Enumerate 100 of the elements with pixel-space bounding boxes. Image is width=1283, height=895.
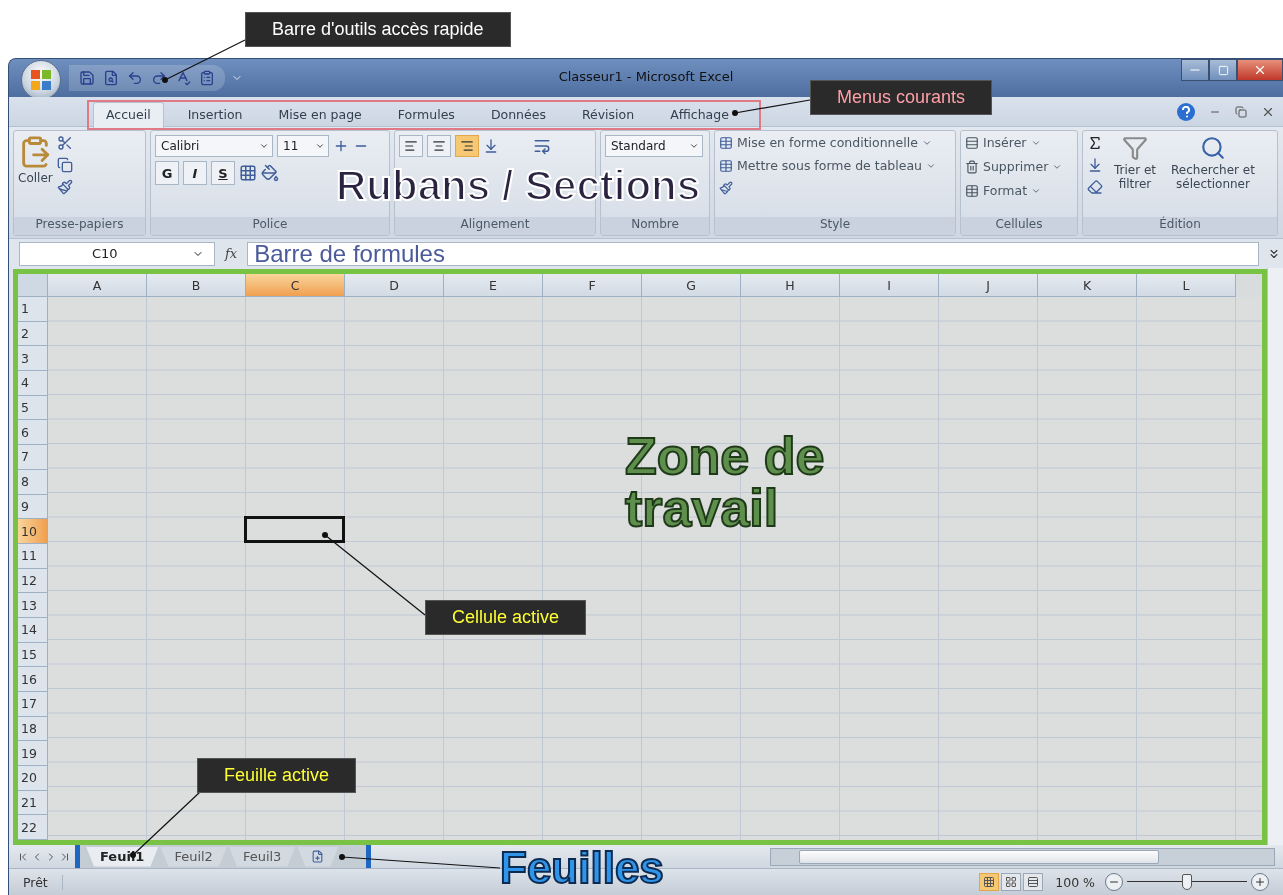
column-header[interactable]: F [543, 274, 642, 297]
row-header[interactable]: 15 [18, 642, 48, 668]
row-header[interactable]: 21 [18, 790, 48, 816]
column-header[interactable]: C [246, 274, 345, 297]
row-header[interactable]: 10 [18, 519, 48, 544]
table-icon[interactable] [965, 183, 979, 198]
style-menu-item[interactable]: Mise en forme conditionnelle [719, 135, 951, 150]
ribbon-tab[interactable]: Affichage [658, 103, 741, 128]
help-icon[interactable] [1177, 103, 1195, 121]
function-button[interactable]: fx [221, 246, 242, 261]
column-header[interactable]: H [741, 274, 840, 297]
style-menu-item[interactable]: Mettre sous forme de tableau [719, 158, 951, 173]
align-bottom-icon[interactable] [460, 139, 474, 153]
column-header[interactable]: K [1038, 274, 1137, 297]
find-select-button[interactable]: Rechercher et sélectionner [1167, 135, 1259, 213]
align-button[interactable] [427, 135, 451, 157]
ribbon-tab[interactable]: Données [478, 103, 558, 128]
row-header[interactable]: 4 [18, 371, 48, 396]
caret-icon[interactable] [315, 141, 325, 151]
plus-icon[interactable] [333, 138, 349, 154]
redo-icon[interactable] [151, 70, 167, 86]
ribbon-tab[interactable]: Révision [569, 103, 647, 128]
save-icon[interactable] [79, 70, 95, 86]
number-format-field[interactable]: Standard [605, 135, 703, 157]
active-cell[interactable] [244, 515, 345, 543]
row-header[interactable]: 11 [18, 543, 48, 569]
row-header[interactable]: 14 [18, 617, 48, 643]
column-header[interactable]: J [939, 274, 1038, 297]
eraser-icon[interactable] [1087, 179, 1103, 195]
ribbon-tab[interactable]: Formules [385, 103, 467, 128]
close-icon[interactable] [1253, 63, 1267, 77]
zoom-thumb[interactable] [1182, 874, 1192, 890]
close-button[interactable] [1237, 59, 1283, 81]
row-header[interactable]: 3 [18, 346, 48, 372]
table-icon[interactable] [719, 135, 733, 150]
row-header[interactable]: 2 [18, 321, 48, 347]
paintbrush-icon[interactable] [719, 181, 733, 195]
row-header[interactable]: 20 [18, 766, 48, 791]
row-header[interactable]: 18 [18, 716, 48, 742]
ribbon-tab[interactable]: Mise en page [266, 103, 374, 128]
borders-icon[interactable] [239, 164, 257, 182]
insert-rows-icon[interactable] [965, 135, 979, 150]
undo-icon[interactable] [127, 70, 143, 86]
spellcheck-icon[interactable] [175, 70, 191, 86]
column-header[interactable]: E [444, 274, 543, 297]
paste-button[interactable]: Coller [18, 135, 53, 213]
ribbon-tab[interactable]: Insertion [175, 103, 255, 128]
column-header[interactable]: G [642, 274, 741, 297]
align-button[interactable] [455, 135, 479, 157]
minimize-button[interactable] [1181, 59, 1209, 81]
first-sheet-icon[interactable] [17, 850, 29, 863]
cells-menu-item[interactable]: Format [965, 183, 1073, 198]
paintbrush-icon[interactable] [56, 179, 73, 195]
vertical-scrollbar[interactable] [1267, 268, 1283, 845]
column-header[interactable]: B [147, 274, 246, 297]
row-header[interactable]: 12 [18, 568, 48, 594]
format-button[interactable]: S [211, 161, 235, 185]
wrap-text-icon[interactable] [533, 137, 551, 155]
copy-icon[interactable] [56, 157, 73, 173]
funnel-icon[interactable] [1122, 135, 1148, 161]
align-top-icon[interactable] [404, 139, 418, 153]
page-break-icon[interactable] [1027, 876, 1040, 888]
restore-icon[interactable] [1235, 106, 1247, 118]
row-header[interactable]: 19 [18, 741, 48, 767]
search-icon[interactable] [1200, 135, 1226, 161]
insert-sheet-tab[interactable] [297, 846, 339, 867]
row-header[interactable]: 9 [18, 494, 48, 520]
row-header[interactable]: 22 [18, 815, 48, 841]
row-header[interactable]: 7 [18, 445, 48, 470]
row-header[interactable]: 13 [18, 593, 48, 618]
column-header[interactable]: L [1137, 274, 1236, 297]
last-sheet-icon[interactable] [59, 850, 71, 863]
font-size-field[interactable]: 11 [277, 135, 329, 157]
cells-menu-item[interactable]: Supprimer [965, 159, 1073, 174]
align-button[interactable] [399, 135, 423, 157]
format-button[interactable]: I [183, 161, 207, 185]
align-middle-icon[interactable] [432, 139, 446, 153]
row-header[interactable]: 5 [18, 395, 48, 421]
horizontal-scrollbar[interactable] [770, 847, 1275, 866]
sheet-tab[interactable]: Feuil2 [160, 846, 227, 867]
row-header[interactable]: 1 [18, 297, 48, 322]
grid-icon[interactable] [983, 876, 996, 888]
caret-icon[interactable] [689, 141, 699, 151]
column-header[interactable]: A [48, 274, 147, 297]
font-name-field[interactable]: Calibri [155, 135, 273, 157]
view-button[interactable] [1023, 873, 1044, 891]
sheet-tab[interactable]: Feuil3 [228, 846, 296, 867]
fill-down-icon[interactable] [1087, 157, 1103, 173]
sum-icon[interactable] [1087, 135, 1103, 151]
fill-bucket-icon[interactable] [261, 164, 279, 182]
page-layout-icon[interactable] [1005, 876, 1018, 888]
formula-field[interactable]: Barre de formules [247, 241, 1259, 266]
row-header[interactable]: 16 [18, 667, 48, 692]
delete-icon[interactable] [965, 159, 979, 174]
new-sheet-icon[interactable] [311, 850, 325, 863]
table-icon[interactable] [719, 158, 733, 173]
scroll-thumb[interactable] [799, 849, 1159, 864]
sort-filter-button[interactable]: Trier et filtrer [1107, 135, 1163, 213]
view-button[interactable] [1001, 873, 1022, 891]
column-header[interactable]: D [345, 274, 444, 297]
